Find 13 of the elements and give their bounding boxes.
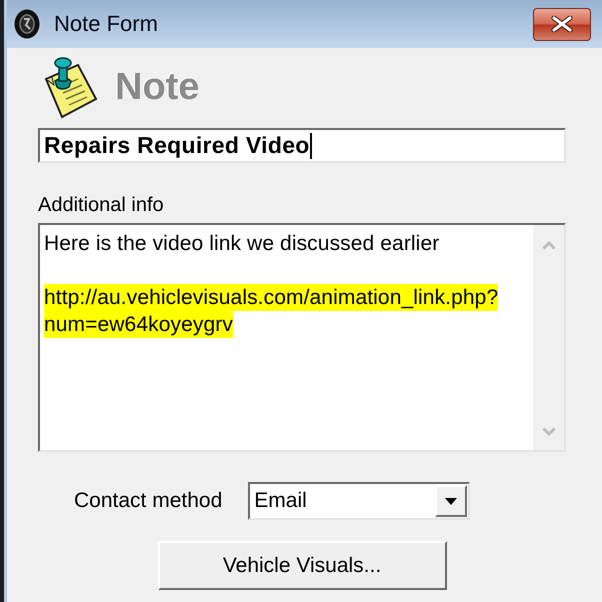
tire-icon <box>14 9 40 39</box>
note-heading: Note <box>115 65 200 109</box>
text-line: Here is the video link we discussed earlier <box>44 231 440 257</box>
close-icon <box>550 16 574 32</box>
contact-method-dropdown[interactable]: Email <box>248 482 470 520</box>
vehicle-visuals-button[interactable]: Vehicle Visuals... <box>158 541 446 590</box>
window-title: Note Form <box>54 11 158 37</box>
field-label: Contact method <box>74 489 222 513</box>
dropdown-button[interactable] <box>435 485 468 517</box>
title-field[interactable]: Repairs Required Video <box>38 128 566 163</box>
field-label: Additional info <box>38 193 164 217</box>
caret-down-icon <box>445 498 458 504</box>
close-button[interactable] <box>533 8 591 40</box>
